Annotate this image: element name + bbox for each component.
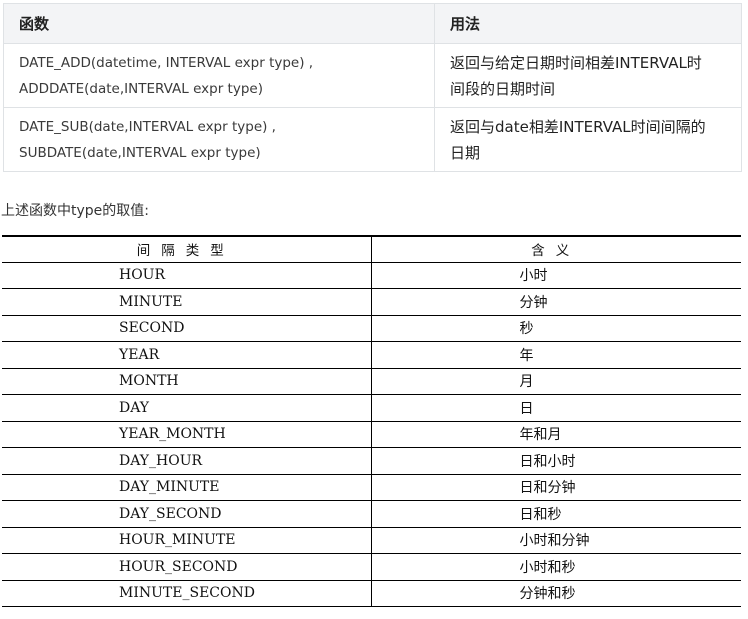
meaning-cell: 日 xyxy=(371,394,741,422)
interval-type-cell: DAY xyxy=(2,394,372,422)
function-column-header: 函数 xyxy=(3,3,435,44)
table-row: DAY_SECOND 日和秒 xyxy=(2,500,741,528)
meaning-cell: 月 xyxy=(371,368,741,395)
table-row: MINUTE 分钟 xyxy=(2,288,741,316)
interval-type-cell: HOUR_MINUTE xyxy=(2,527,372,554)
interval-type-cell: DAY_SECOND xyxy=(2,500,372,528)
function-table: 函数 用法 DATE_ADD(datetime, INTERVAL expr t… xyxy=(3,3,742,172)
meaning-cell: 日和分钟 xyxy=(371,474,741,501)
meaning-cell: 小时 xyxy=(371,262,741,289)
usage-text: 间段的日期时间 xyxy=(450,79,556,98)
meaning-cell: 小时和秒 xyxy=(371,553,741,581)
type-table-header-row: 间隔类型 含义 xyxy=(2,235,741,263)
function-table-row: DATE_SUB(date,INTERVAL expr type) , SUBD… xyxy=(3,107,742,172)
interval-type-cell: MONTH xyxy=(2,368,372,395)
table-row: YEAR 年 xyxy=(2,341,741,369)
meaning-header: 含义 xyxy=(371,235,741,263)
function-table-row: DATE_ADD(datetime, INTERVAL expr type) ,… xyxy=(3,43,742,108)
table-row: SECOND 秒 xyxy=(2,315,741,342)
interval-type-cell: HOUR xyxy=(2,262,372,289)
interval-type-cell: SECOND xyxy=(2,315,372,342)
usage-text: 日期 xyxy=(450,143,481,162)
table-row: HOUR_MINUTE 小时和分钟 xyxy=(2,527,741,554)
meaning-cell: 小时和分钟 xyxy=(371,527,741,554)
function-cell: DATE_SUB(date,INTERVAL expr type) , SUBD… xyxy=(3,107,435,172)
function-signature: DATE_ADD(datetime, INTERVAL expr type) , xyxy=(19,54,314,71)
meaning-cell: 年 xyxy=(371,341,741,369)
function-table-header-row: 函数 用法 xyxy=(3,3,742,44)
table-row: DAY_HOUR 日和小时 xyxy=(2,447,741,475)
usage-text: 返回与date相差INTERVAL时间间隔的 xyxy=(450,117,706,136)
table-row: HOUR_SECOND 小时和秒 xyxy=(2,553,741,581)
usage-column-header: 用法 xyxy=(434,3,742,44)
table-row: DAY 日 xyxy=(2,394,741,422)
table-row: MINUTE_SECOND 分钟和秒 xyxy=(2,580,741,607)
function-signature: ADDDATE(date,INTERVAL expr type) xyxy=(19,80,263,97)
meaning-cell: 分钟和秒 xyxy=(371,580,741,607)
function-cell: DATE_ADD(datetime, INTERVAL expr type) ,… xyxy=(3,43,435,108)
table-row: HOUR 小时 xyxy=(2,262,741,289)
meaning-cell: 秒 xyxy=(371,315,741,342)
table-row: DAY_MINUTE 日和分钟 xyxy=(2,474,741,501)
usage-cell: 返回与给定日期时间相差INTERVAL时 间段的日期时间 xyxy=(434,43,742,108)
function-signature: SUBDATE(date,INTERVAL expr type) xyxy=(19,144,261,161)
usage-cell: 返回与date相差INTERVAL时间间隔的 日期 xyxy=(434,107,742,172)
usage-text: 返回与给定日期时间相差INTERVAL时 xyxy=(450,53,702,72)
table-row: MONTH 月 xyxy=(2,368,741,395)
interval-type-table: 间隔类型 含义 HOUR 小时 MINUTE 分钟 SECOND 秒 YEAR … xyxy=(2,235,741,607)
interval-type-cell: YEAR xyxy=(2,341,372,369)
function-signature: DATE_SUB(date,INTERVAL expr type) , xyxy=(19,118,276,135)
table-row: YEAR_MONTH 年和月 xyxy=(2,421,741,448)
interval-type-cell: DAY_HOUR xyxy=(2,447,372,475)
interval-type-cell: HOUR_SECOND xyxy=(2,553,372,581)
interval-type-header: 间隔类型 xyxy=(2,235,372,263)
meaning-cell: 日和秒 xyxy=(371,500,741,528)
interval-type-cell: YEAR_MONTH xyxy=(2,421,372,448)
meaning-cell: 日和小时 xyxy=(371,447,741,475)
type-values-intro: 上述函数中type的取值: xyxy=(1,203,149,219)
meaning-cell: 分钟 xyxy=(371,288,741,316)
interval-type-cell: MINUTE_SECOND xyxy=(2,580,372,607)
interval-type-cell: MINUTE xyxy=(2,288,372,316)
interval-type-cell: DAY_MINUTE xyxy=(2,474,372,501)
meaning-cell: 年和月 xyxy=(371,421,741,448)
